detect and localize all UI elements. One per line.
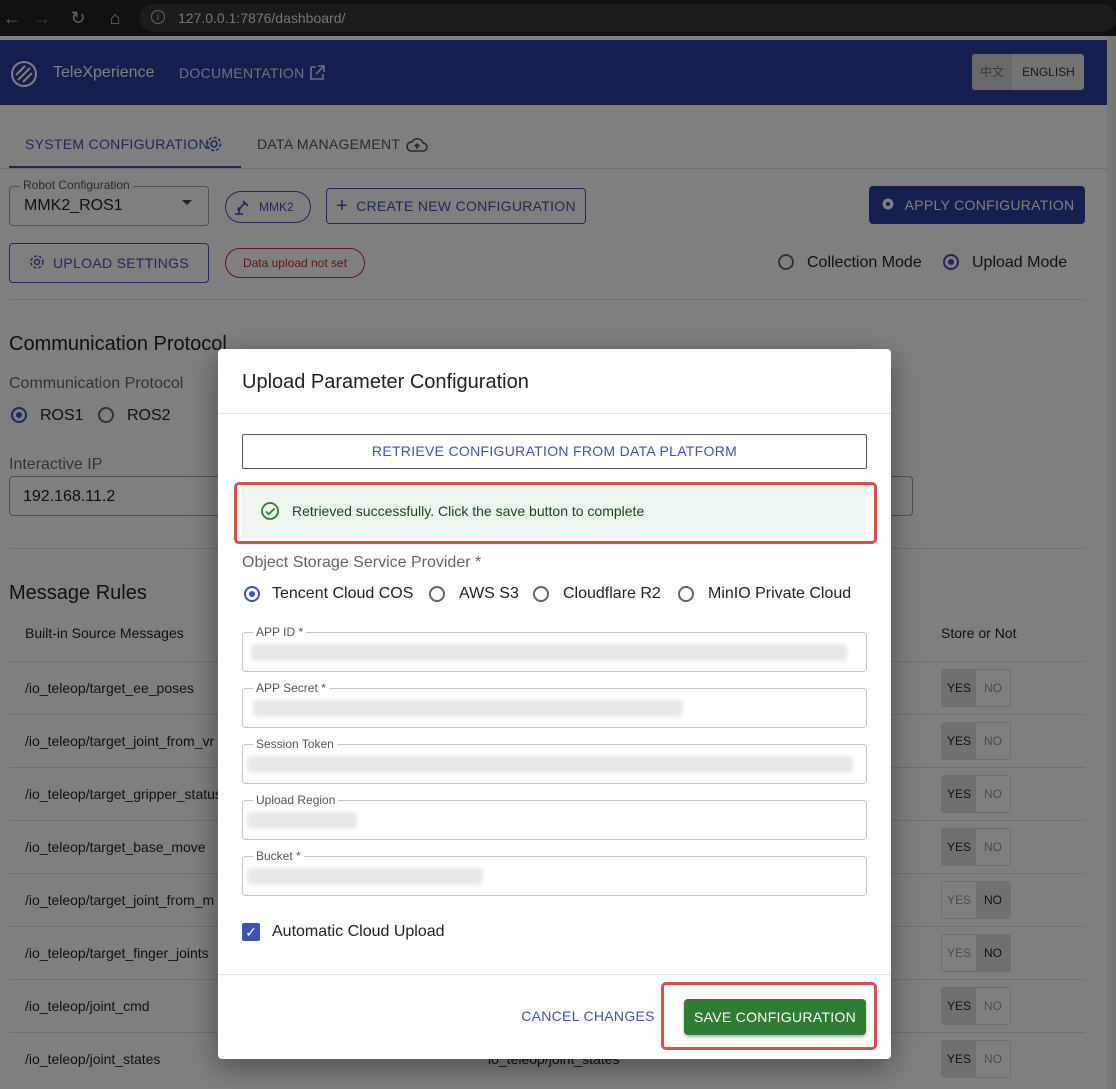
dialog-header-divider bbox=[218, 413, 891, 414]
provider-radio-tencent[interactable] bbox=[244, 586, 260, 602]
dialog-footer-divider bbox=[218, 974, 891, 975]
redacted-value bbox=[247, 868, 483, 885]
highlight-box bbox=[661, 982, 877, 1050]
upload-parameter-dialog: Upload Parameter Configuration RETRIEVE … bbox=[218, 349, 891, 1059]
redacted-value bbox=[251, 644, 847, 661]
bucket-field[interactable]: Bucket * bbox=[242, 849, 867, 896]
session-token-field[interactable]: Session Token bbox=[242, 737, 867, 784]
provider-label: Object Storage Service Provider * bbox=[242, 554, 482, 571]
dialog-title: Upload Parameter Configuration bbox=[242, 371, 529, 393]
upload-region-field[interactable]: Upload Region bbox=[242, 793, 867, 840]
app-secret-label: APP Secret * bbox=[253, 681, 329, 695]
redacted-value bbox=[247, 756, 853, 773]
session-token-label: Session Token bbox=[253, 737, 337, 751]
redacted-value bbox=[247, 812, 357, 829]
provider-label-aws[interactable]: AWS S3 bbox=[459, 585, 519, 603]
cancel-changes-button[interactable]: CANCEL CHANGES bbox=[518, 999, 658, 1033]
auto-upload-label[interactable]: Automatic Cloud Upload bbox=[272, 923, 445, 941]
provider-label-minio[interactable]: MinIO Private Cloud bbox=[708, 585, 851, 603]
app-secret-field[interactable]: APP Secret * bbox=[242, 681, 867, 728]
provider-radio-cloudflare[interactable] bbox=[533, 586, 549, 602]
upload-region-label: Upload Region bbox=[253, 793, 339, 807]
provider-label-cloudflare[interactable]: Cloudflare R2 bbox=[563, 585, 661, 603]
provider-radio-minio[interactable] bbox=[678, 586, 694, 602]
redacted-value bbox=[253, 700, 683, 717]
highlight-box bbox=[234, 482, 877, 544]
auto-upload-checkbox[interactable]: ✓ bbox=[242, 923, 260, 941]
bucket-label: Bucket * bbox=[253, 849, 304, 863]
app-id-field[interactable]: APP ID * bbox=[242, 625, 867, 672]
retrieve-configuration-button[interactable]: RETRIEVE CONFIGURATION FROM DATA PLATFOR… bbox=[242, 434, 867, 469]
app-id-label: APP ID * bbox=[253, 625, 307, 639]
provider-radio-aws[interactable] bbox=[429, 586, 445, 602]
provider-label-tencent[interactable]: Tencent Cloud COS bbox=[272, 585, 413, 603]
